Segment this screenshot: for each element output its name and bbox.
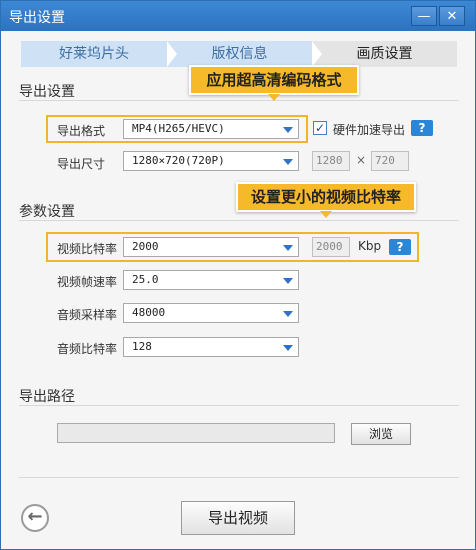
audio-samplerate-value: 48000: [132, 306, 166, 319]
tab-copyright-info[interactable]: 版权信息: [167, 41, 312, 67]
chevron-down-icon: [283, 127, 293, 133]
callout-lower-bitrate: 设置更小的视频比特率: [236, 182, 416, 218]
audio-samplerate-select[interactable]: 48000: [123, 303, 299, 323]
video-bitrate-label: 视频比特率: [57, 242, 118, 256]
custom-bitrate-input[interactable]: 2000: [312, 237, 350, 257]
tab-bar: 好莱坞片头 版权信息 画质设置: [21, 41, 457, 67]
callout-text: 设置更小的视频比特率: [250, 188, 401, 206]
hardware-acceleration-label: 硬件加速导出: [333, 123, 406, 137]
chevron-down-icon: [283, 159, 293, 165]
format-select[interactable]: MP4(H265/HEVC): [123, 119, 299, 139]
width-input[interactable]: 1280: [312, 151, 350, 171]
minimize-button[interactable]: —: [411, 6, 437, 26]
audio-bitrate-select[interactable]: 128: [123, 337, 299, 357]
export-settings-title: 导出设置: [19, 84, 75, 100]
back-arrow-icon[interactable]: ←: [21, 504, 49, 532]
video-framerate-value: 25.0: [132, 273, 159, 286]
help-icon[interactable]: ?: [389, 239, 411, 255]
size-label: 导出尺寸: [57, 157, 106, 171]
divider: [19, 100, 459, 101]
size-select[interactable]: 1280×720(720P): [123, 151, 299, 171]
audio-bitrate-value: 128: [132, 340, 152, 353]
format-label: 导出格式: [57, 124, 106, 138]
video-framerate-label: 视频帧速率: [57, 275, 118, 289]
callout-uhd-codec: 应用超高清编码格式: [189, 65, 359, 101]
chevron-down-icon: [283, 311, 293, 317]
video-framerate-select[interactable]: 25.0: [123, 270, 299, 290]
title-bar[interactable]: 导出设置 — ✕: [1, 1, 475, 31]
param-settings-title: 参数设置: [19, 204, 75, 220]
export-path-title: 导出路径: [19, 389, 75, 405]
export-video-button[interactable]: 导出视频: [181, 501, 295, 535]
video-bitrate-value: 2000: [132, 240, 159, 253]
format-value: MP4(H265/HEVC): [132, 122, 225, 135]
divider: [19, 220, 459, 221]
size-value: 1280×720(720P): [132, 154, 225, 167]
tab-separator: [167, 41, 177, 67]
divider: [19, 405, 459, 406]
callout-text: 应用超高清编码格式: [206, 71, 342, 89]
window-title: 导出设置: [9, 10, 65, 26]
times-sign: ×: [356, 153, 367, 167]
callout-pointer: [320, 211, 332, 218]
tab-quality-settings[interactable]: 画质设置: [312, 41, 457, 67]
export-settings-window: 导出设置 — ✕ 好莱坞片头 版权信息 画质设置 导出设置 应用超高清编码格式 …: [0, 0, 476, 550]
hardware-acceleration-checkbox[interactable]: ✓: [313, 121, 327, 135]
chevron-down-icon: [283, 245, 293, 251]
divider: [19, 477, 459, 478]
video-bitrate-select[interactable]: 2000: [123, 237, 299, 257]
audio-bitrate-label: 音频比特率: [57, 342, 118, 356]
tab-hollywood-intro[interactable]: 好莱坞片头: [21, 41, 167, 67]
chevron-down-icon: [283, 278, 293, 284]
tab-separator: [312, 41, 322, 67]
browse-button[interactable]: 浏览: [351, 423, 411, 445]
callout-pointer: [268, 94, 280, 101]
bitrate-unit: Kbp: [358, 239, 382, 253]
height-input[interactable]: 720: [371, 151, 409, 171]
export-path-input[interactable]: [57, 423, 335, 443]
chevron-down-icon: [283, 345, 293, 351]
help-icon[interactable]: ?: [411, 120, 433, 136]
audio-samplerate-label: 音频采样率: [57, 308, 118, 322]
close-button[interactable]: ✕: [439, 6, 465, 26]
